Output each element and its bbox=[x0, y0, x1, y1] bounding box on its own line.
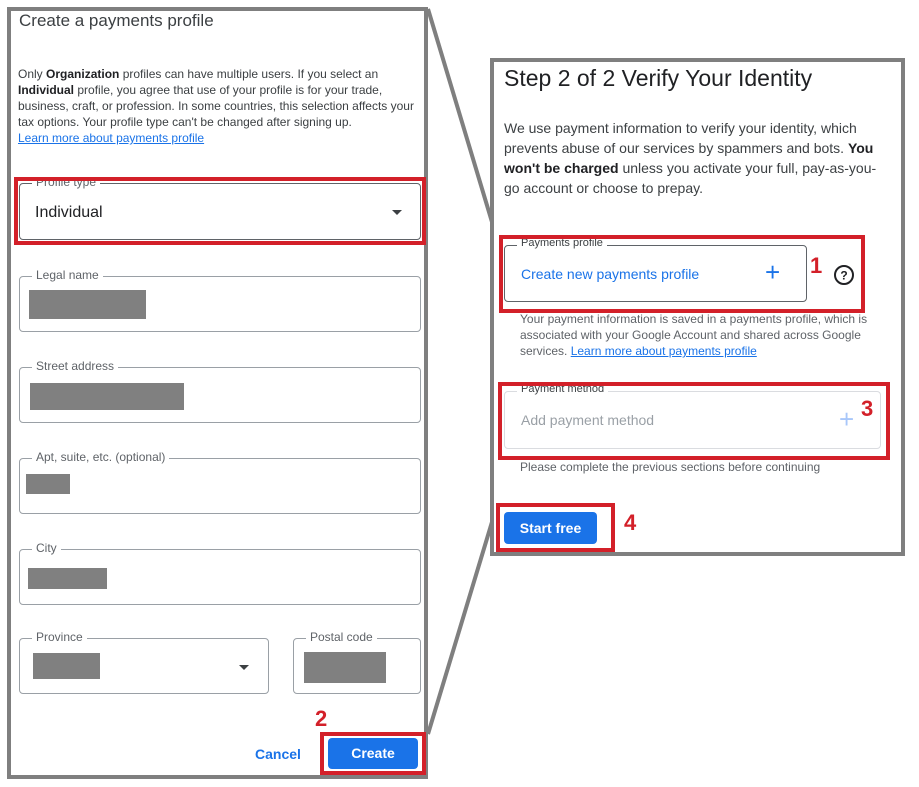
profile-type-highlight bbox=[14, 177, 426, 245]
redacted-value bbox=[28, 568, 107, 589]
apt-suite-field[interactable]: Apt, suite, etc. (optional) bbox=[19, 450, 421, 514]
redacted-value bbox=[29, 290, 146, 319]
province-label: Province bbox=[32, 630, 87, 644]
legal-name-label: Legal name bbox=[32, 268, 103, 282]
annotation-number-4: 4 bbox=[624, 510, 637, 535]
cancel-button[interactable]: Cancel bbox=[255, 746, 301, 762]
step-title: Step 2 of 2 Verify Your Identity bbox=[504, 65, 813, 91]
apt-suite-label: Apt, suite, etc. (optional) bbox=[32, 450, 170, 464]
street-address-label: Street address bbox=[32, 359, 119, 373]
redacted-value bbox=[30, 383, 184, 410]
payment-note: Please complete the previous sections be… bbox=[520, 460, 821, 474]
create-button-highlight bbox=[320, 732, 426, 775]
legal-name-field[interactable]: Legal name bbox=[19, 268, 421, 332]
redacted-value bbox=[26, 474, 70, 494]
learn-more-link[interactable]: Learn more about payments profile bbox=[18, 131, 204, 145]
payment-method-highlight bbox=[498, 382, 890, 460]
payments-profile-highlight bbox=[499, 235, 865, 313]
profile-description: Only Organization profiles can have mult… bbox=[18, 67, 414, 145]
create-payments-profile-panel: Create a payments profile Only Organizat… bbox=[7, 7, 428, 779]
postal-code-field[interactable]: Postal code bbox=[293, 630, 421, 694]
redacted-value bbox=[33, 653, 100, 679]
chevron-down-icon bbox=[239, 665, 249, 670]
redacted-value bbox=[304, 652, 386, 683]
learn-more-link[interactable]: Learn more about payments profile bbox=[571, 344, 757, 358]
postal-code-label: Postal code bbox=[306, 630, 377, 644]
verify-identity-panel: Step 2 of 2 Verify Your Identity We use … bbox=[490, 58, 905, 556]
start-free-highlight bbox=[496, 503, 615, 552]
profile-note: Your payment information is saved in a p… bbox=[520, 312, 868, 358]
city-label: City bbox=[32, 541, 61, 555]
city-field[interactable]: City bbox=[19, 541, 421, 605]
province-select[interactable]: Province bbox=[19, 630, 269, 694]
verify-description: We use payment information to verify you… bbox=[504, 120, 877, 196]
annotation-number-2: 2 bbox=[315, 706, 328, 731]
street-address-field[interactable]: Street address bbox=[19, 359, 421, 423]
panel-title: Create a payments profile bbox=[19, 11, 214, 30]
